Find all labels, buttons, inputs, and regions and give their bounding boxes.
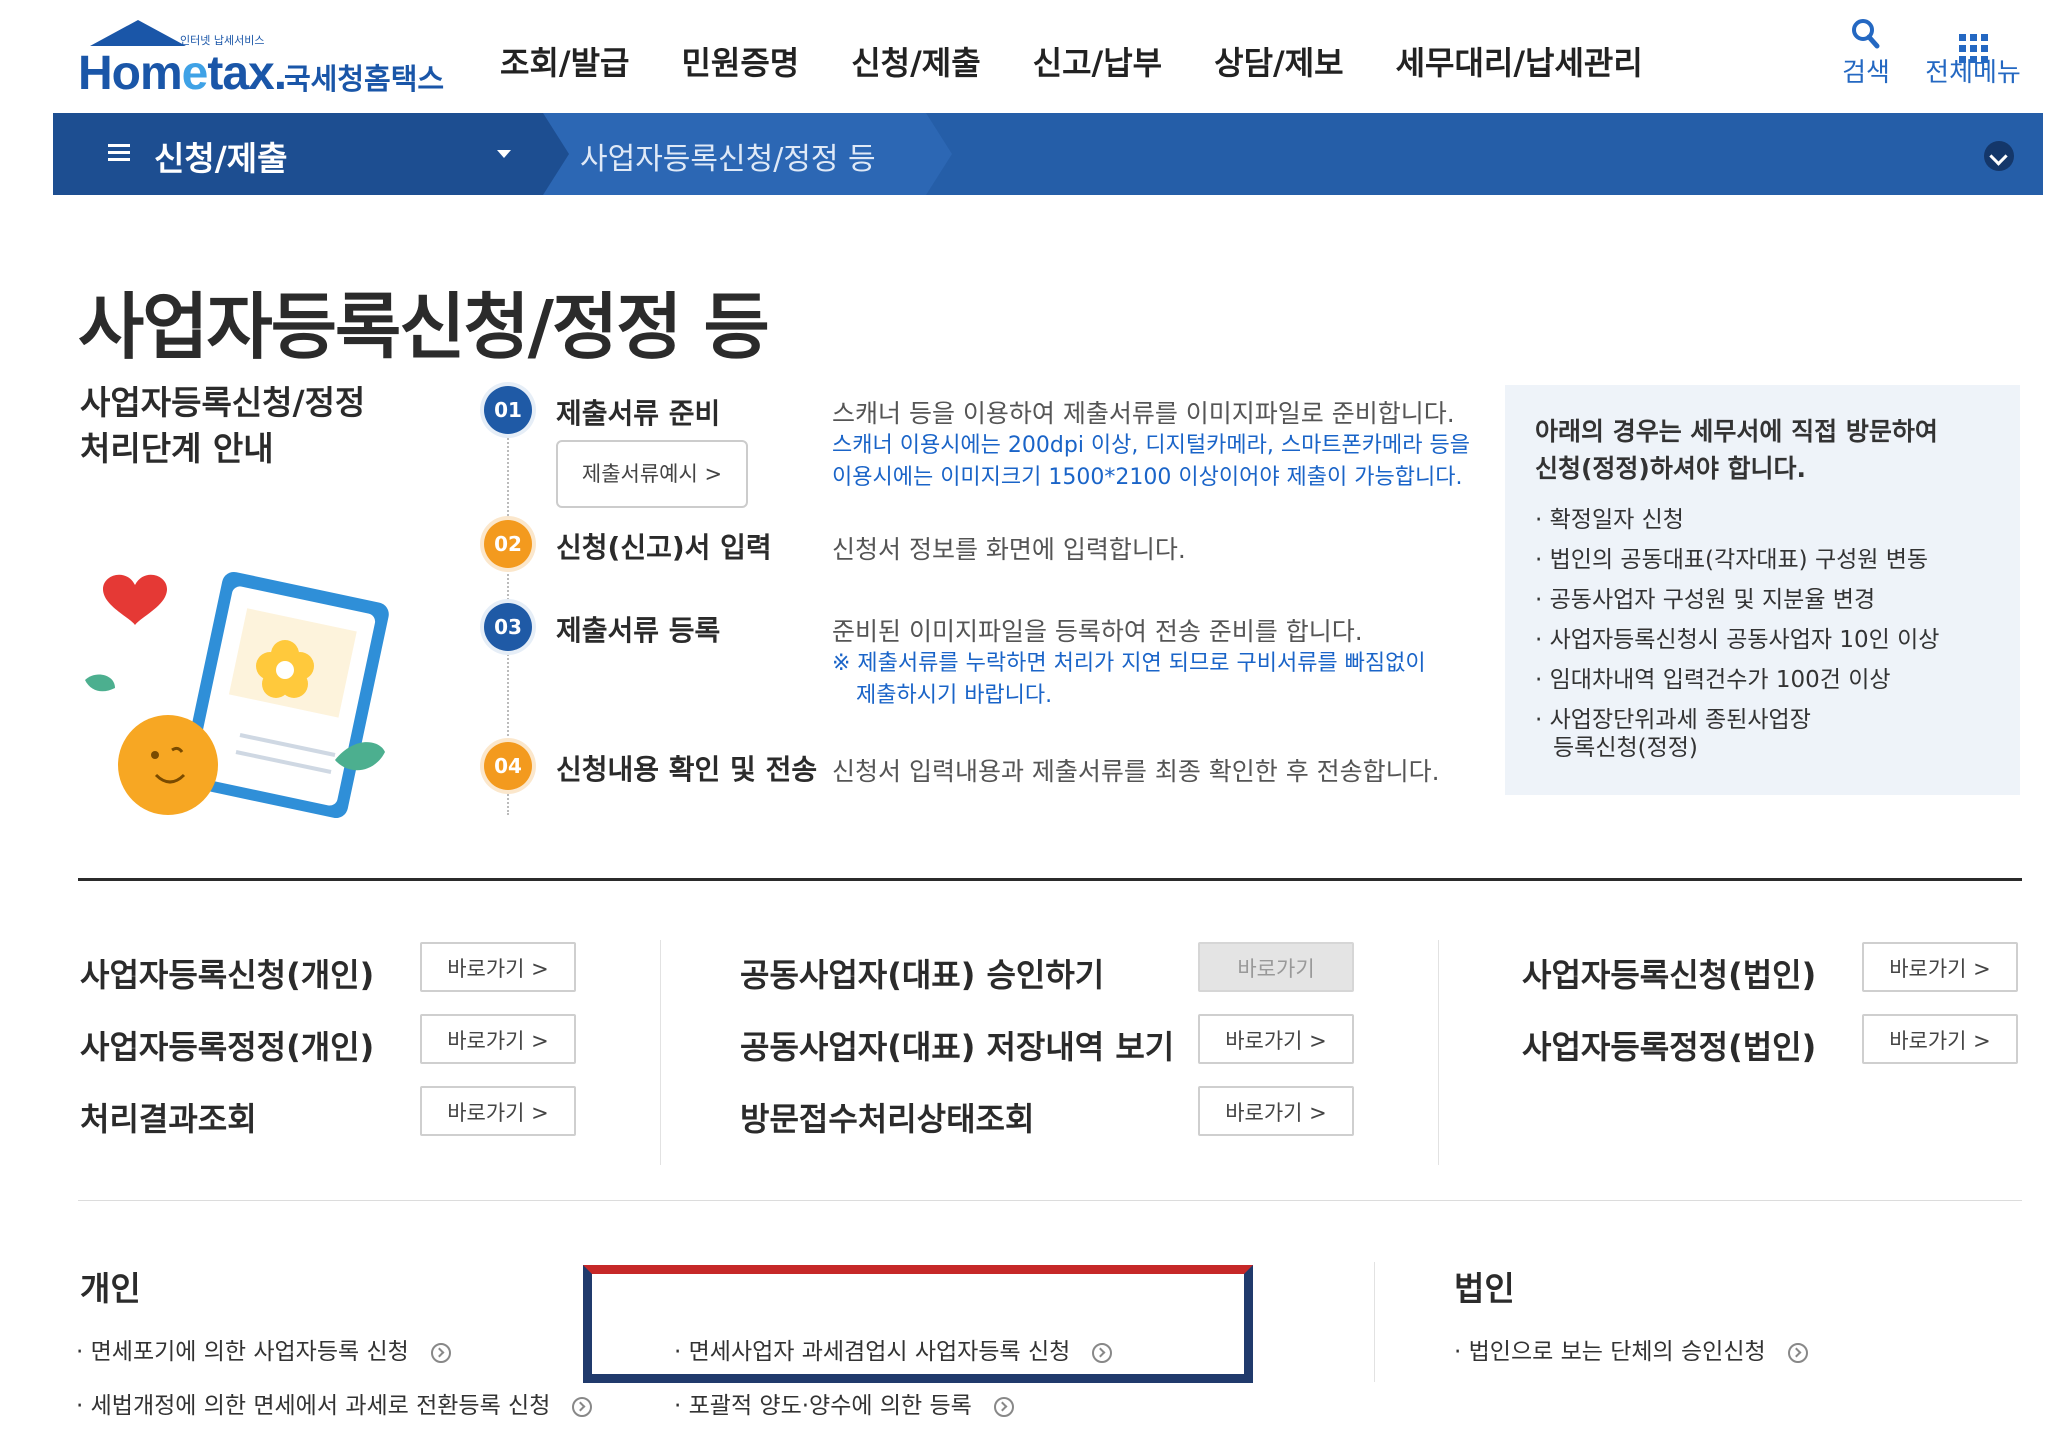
step-title-2: 신청(신고)서 입력 (556, 531, 772, 564)
step-title-4: 신청내용 확인 및 전송 (556, 753, 818, 786)
column-separator (1438, 940, 1439, 1165)
visit-item: 공동사업자 구성원 및 지분율 변경 (1535, 580, 1939, 620)
step-number-3: 03 (484, 603, 532, 651)
visit-notice-list: 확정일자 신청 법인의 공동대표(각자대표) 구성원 변동 공동사업자 구성원 … (1535, 500, 1940, 762)
step-title-1: 제출서류 준비 (556, 397, 721, 430)
step-note-1a: 스캐너 이용시에는 200dpi 이상, 디지털카메라, 스마트폰카메라 등을 (832, 433, 1470, 458)
step-desc-2: 신청서 정보를 화면에 입력합니다. (832, 535, 1186, 564)
nav-apply-submit[interactable]: 신청/제출 (851, 38, 980, 88)
step-number-1: 01 (484, 386, 532, 434)
visit-item: 사업자등록신청시 공동사업자 10인 이상 (1535, 620, 1940, 660)
go-button-visit-status[interactable]: 바로가기 > (1198, 1086, 1354, 1136)
guide-title-line1: 사업자등록신청/정정 (80, 383, 366, 422)
shortcut-label-joint-saved: 공동사업자(대표) 저장내역 보기 (740, 1028, 1175, 1066)
shortcut-label-register-corp: 사업자등록신청(법인) (1522, 956, 1817, 994)
shortcut-label-correct-corp: 사업자등록정정(법인) (1522, 1028, 1817, 1066)
section-divider (78, 878, 2022, 881)
location-arrow-1 (543, 113, 569, 195)
link-organization-approval[interactable]: · 법인으로 보는 단체의 승인신청 (1454, 1332, 1808, 1366)
circle-arrow-icon (993, 1396, 1014, 1417)
visit-notice-heading: 아래의 경우는 세무서에 직접 방문하여 신청(정정)하셔야 합니다. (1535, 413, 1938, 487)
document-illustration (80, 540, 400, 830)
location-level2[interactable]: 사업자등록신청/정정 등 (580, 134, 876, 178)
main-nav: 조회/발급 민원증명 신청/제출 신고/납부 상담/제보 세무대리/납세관리 (500, 38, 1695, 88)
step-desc-1: 스캐너 등을 이용하여 제출서류를 이미지파일로 준비합니다. (832, 399, 1455, 428)
page-title: 사업자등록신청/정정 등 (78, 285, 770, 369)
visit-item: 법인의 공동대표(각자대표) 구성원 변동 (1535, 540, 1939, 580)
hometax-logo[interactable]: 인터넷 납세서비스 Hometax. 국세청홈택스 (76, 18, 456, 100)
circle-arrow-icon (572, 1396, 593, 1417)
go-button-correct-corp[interactable]: 바로가기 > (1862, 1014, 2018, 1064)
nav-certificates[interactable]: 민원증명 (681, 38, 799, 88)
go-button-register-personal[interactable]: 바로가기 > (420, 942, 576, 992)
link-tax-exempt-waiver[interactable]: · 면세포기에 의한 사업자등록 신청 (76, 1332, 451, 1366)
search-icon (1830, 18, 1902, 52)
visit-heading-line1: 아래의 경우는 세무서에 직접 방문하여 (1535, 417, 1938, 446)
step-note-1b: 이용시에는 이미지크기 1500*2100 이상이어야 제출이 가능합니다. (832, 465, 1463, 490)
document-example-button[interactable]: 제출서류예시 > (556, 440, 748, 508)
corporate-heading: 법인 (1454, 1269, 1515, 1308)
search-button[interactable]: 검색 (1830, 18, 1902, 89)
personal-heading: 개인 (80, 1269, 141, 1308)
caret-down-icon[interactable] (497, 150, 511, 158)
nav-tax-agent[interactable]: 세무대리/납세관리 (1396, 38, 1643, 88)
go-button-joint-approve-disabled: 바로가기 (1198, 942, 1354, 992)
go-button-result-inquiry[interactable]: 바로가기 > (420, 1086, 576, 1136)
shortcut-label-joint-approve: 공동사업자(대표) 승인하기 (740, 956, 1105, 994)
all-menu-button[interactable]: 전체메뉴 (1918, 18, 2028, 89)
location-arrow-2 (926, 113, 952, 195)
nav-consult[interactable]: 상담/제보 (1214, 38, 1343, 88)
logo-wordmark: Hometax. (78, 47, 287, 100)
step-number-2: 02 (484, 520, 532, 568)
step-note-3a: ※ 제출서류를 누락하면 처리가 지연 되므로 구비서류를 빠짐없이 (832, 651, 1426, 676)
shortcut-label-correct-personal: 사업자등록정정(개인) (80, 1028, 375, 1066)
link-exempt-to-taxable[interactable]: · 세법개정에 의한 면세에서 과세로 전환등록 신청 (76, 1386, 593, 1420)
highlight-box (583, 1265, 1253, 1383)
column-separator (660, 940, 661, 1165)
grid-menu-icon (1918, 18, 2028, 63)
visit-item: 임대차내역 입력건수가 100건 이상 (1535, 660, 1939, 700)
step-number-4: 04 (484, 742, 532, 790)
go-button-joint-saved[interactable]: 바로가기 > (1198, 1014, 1354, 1064)
shortcut-label-result-inquiry: 처리결과조회 (80, 1100, 257, 1138)
visit-item: 확정일자 신청 (1535, 500, 1939, 540)
nav-report-pay[interactable]: 신고/납부 (1033, 38, 1162, 88)
step-note-3b: 제출하시기 바랍니다. (856, 683, 1053, 708)
location-level1[interactable]: 신청/제출 (154, 132, 288, 180)
column-separator (1374, 1262, 1375, 1382)
guide-title-line2: 처리단계 안내 (80, 429, 274, 468)
step-title-3: 제출서류 등록 (556, 614, 721, 647)
section-divider-light (78, 1200, 2022, 1201)
shortcut-label-visit-status: 방문접수처리상태조회 (740, 1100, 1035, 1138)
visit-item-last: 사업장단위과세 종된사업장등록신청(정정) (1535, 706, 1939, 762)
guide-title: 사업자등록신청/정정 처리단계 안내 (80, 380, 365, 472)
step-desc-3: 준비된 이미지파일을 등록하여 전송 준비를 합니다. (832, 617, 1363, 646)
search-label: 검색 (1842, 58, 1890, 88)
go-button-register-corp[interactable]: 바로가기 > (1862, 942, 2018, 992)
nav-inquiry-issue[interactable]: 조회/발급 (500, 38, 629, 88)
chevron-down-icon[interactable] (1984, 141, 2014, 171)
hamburger-icon[interactable] (108, 144, 130, 162)
go-button-correct-personal[interactable]: 바로가기 > (420, 1014, 576, 1064)
circle-arrow-icon (1787, 1342, 1808, 1363)
shortcut-label-register-personal: 사업자등록신청(개인) (80, 956, 375, 994)
circle-arrow-icon (430, 1342, 451, 1363)
all-menu-label: 전체메뉴 (1925, 58, 2021, 88)
link-comprehensive-transfer[interactable]: · 포괄적 양도·양수에 의한 등록 (674, 1386, 1014, 1420)
logo-korean-name: 국세청홈택스 (284, 62, 445, 96)
visit-heading-line2: 신청(정정)하셔야 합니다. (1535, 454, 1807, 483)
logo-roof-shape (90, 20, 186, 46)
step-desc-4: 신청서 입력내용과 제출서류를 최종 확인한 후 전송합니다. (832, 757, 1440, 786)
